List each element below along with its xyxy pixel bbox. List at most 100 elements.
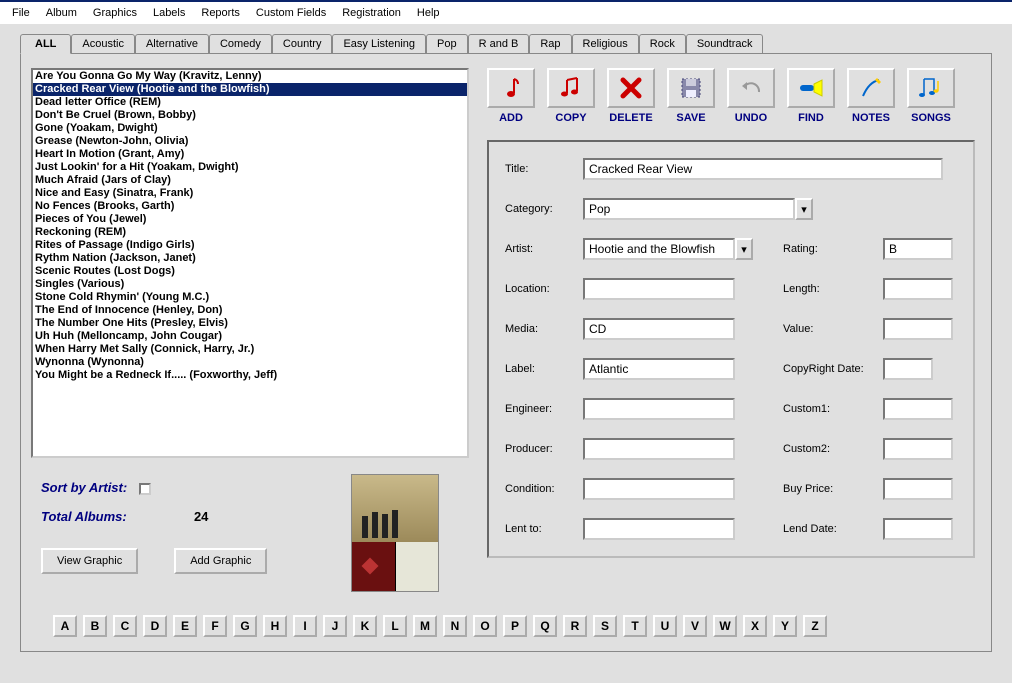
artist-combo[interactable] <box>583 238 735 260</box>
menu-album[interactable]: Album <box>38 5 85 21</box>
list-item[interactable]: You Might be a Redneck If..... (Foxworth… <box>33 369 467 382</box>
rating-input[interactable] <box>883 238 953 260</box>
media-input[interactable] <box>583 318 735 340</box>
list-item[interactable]: Stone Cold Rhymin' (Young M.C.) <box>33 291 467 304</box>
copyright-input[interactable] <box>883 358 933 380</box>
alpha-i[interactable]: I <box>293 615 317 637</box>
alpha-q[interactable]: Q <box>533 615 557 637</box>
artist-dropdown-button[interactable]: ▾ <box>735 238 753 260</box>
menu-reports[interactable]: Reports <box>193 5 248 21</box>
alpha-w[interactable]: W <box>713 615 737 637</box>
condition-input[interactable] <box>583 478 735 500</box>
alpha-k[interactable]: K <box>353 615 377 637</box>
alpha-u[interactable]: U <box>653 615 677 637</box>
undo-button[interactable]: UNDO <box>727 68 775 124</box>
producer-input[interactable] <box>583 438 735 460</box>
list-item[interactable]: Much Afraid (Jars of Clay) <box>33 174 467 187</box>
alpha-a[interactable]: A <box>53 615 77 637</box>
find-button[interactable]: FIND <box>787 68 835 124</box>
delete-button[interactable]: DELETE <box>607 68 655 124</box>
alpha-z[interactable]: Z <box>803 615 827 637</box>
tab-rap[interactable]: Rap <box>529 34 571 53</box>
menu-file[interactable]: File <box>4 5 38 21</box>
tab-country[interactable]: Country <box>272 34 333 53</box>
tab-rock[interactable]: Rock <box>639 34 686 53</box>
list-item[interactable]: The Number One Hits (Presley, Elvis) <box>33 317 467 330</box>
location-input[interactable] <box>583 278 735 300</box>
notes-button[interactable]: NOTES <box>847 68 895 124</box>
list-item[interactable]: Grease (Newton-John, Olivia) <box>33 135 467 148</box>
title-input[interactable] <box>583 158 943 180</box>
save-button[interactable]: SAVE <box>667 68 715 124</box>
tab-r-and-b[interactable]: R and B <box>468 34 530 53</box>
custom1-input[interactable] <box>883 398 953 420</box>
list-item[interactable]: Rythm Nation (Jackson, Janet) <box>33 252 467 265</box>
view-graphic-button[interactable]: View Graphic <box>41 548 138 574</box>
alpha-g[interactable]: G <box>233 615 257 637</box>
list-item[interactable]: Heart In Motion (Grant, Amy) <box>33 148 467 161</box>
alpha-d[interactable]: D <box>143 615 167 637</box>
tab-soundtrack[interactable]: Soundtrack <box>686 34 764 53</box>
add-graphic-button[interactable]: Add Graphic <box>174 548 267 574</box>
list-item[interactable]: Pieces of You (Jewel) <box>33 213 467 226</box>
tab-pop[interactable]: Pop <box>426 34 468 53</box>
list-item[interactable]: Singles (Various) <box>33 278 467 291</box>
value-input[interactable] <box>883 318 953 340</box>
tab-acoustic[interactable]: Acoustic <box>71 34 135 53</box>
menu-help[interactable]: Help <box>409 5 448 21</box>
engineer-input[interactable] <box>583 398 735 420</box>
list-item[interactable]: Reckoning (REM) <box>33 226 467 239</box>
list-item[interactable]: Scenic Routes (Lost Dogs) <box>33 265 467 278</box>
add-button[interactable]: ADD <box>487 68 535 124</box>
alpha-b[interactable]: B <box>83 615 107 637</box>
alpha-t[interactable]: T <box>623 615 647 637</box>
menu-custom-fields[interactable]: Custom Fields <box>248 5 334 21</box>
tab-religious[interactable]: Religious <box>572 34 639 53</box>
menu-labels[interactable]: Labels <box>145 5 193 21</box>
menu-registration[interactable]: Registration <box>334 5 409 21</box>
alpha-s[interactable]: S <box>593 615 617 637</box>
list-item[interactable]: Just Lookin' for a Hit (Yoakam, Dwight) <box>33 161 467 174</box>
list-item[interactable]: Cracked Rear View (Hootie and the Blowfi… <box>33 83 467 96</box>
alpha-e[interactable]: E <box>173 615 197 637</box>
alpha-l[interactable]: L <box>383 615 407 637</box>
sort-by-artist-checkbox[interactable] <box>139 483 151 495</box>
copy-button[interactable]: COPY <box>547 68 595 124</box>
alpha-o[interactable]: O <box>473 615 497 637</box>
tab-comedy[interactable]: Comedy <box>209 34 272 53</box>
tab-easy-listening[interactable]: Easy Listening <box>332 34 426 53</box>
list-item[interactable]: Dead letter Office (REM) <box>33 96 467 109</box>
alpha-p[interactable]: P <box>503 615 527 637</box>
list-item[interactable]: Are You Gonna Go My Way (Kravitz, Lenny) <box>33 70 467 83</box>
menu-graphics[interactable]: Graphics <box>85 5 145 21</box>
alpha-r[interactable]: R <box>563 615 587 637</box>
list-item[interactable]: Wynonna (Wynonna) <box>33 356 467 369</box>
alpha-f[interactable]: F <box>203 615 227 637</box>
list-item[interactable]: Uh Huh (Melloncamp, John Cougar) <box>33 330 467 343</box>
custom2-input[interactable] <box>883 438 953 460</box>
category-combo[interactable] <box>583 198 795 220</box>
category-dropdown-button[interactable]: ▾ <box>795 198 813 220</box>
alpha-n[interactable]: N <box>443 615 467 637</box>
list-item[interactable]: Don't Be Cruel (Brown, Bobby) <box>33 109 467 122</box>
lenddate-input[interactable] <box>883 518 953 540</box>
list-item[interactable]: Rites of Passage (Indigo Girls) <box>33 239 467 252</box>
alpha-y[interactable]: Y <box>773 615 797 637</box>
list-item[interactable]: The End of Innocence (Henley, Don) <box>33 304 467 317</box>
alpha-v[interactable]: V <box>683 615 707 637</box>
alpha-c[interactable]: C <box>113 615 137 637</box>
list-item[interactable]: Gone (Yoakam, Dwight) <box>33 122 467 135</box>
alpha-j[interactable]: J <box>323 615 347 637</box>
lentto-input[interactable] <box>583 518 735 540</box>
alpha-h[interactable]: H <box>263 615 287 637</box>
songs-button[interactable]: SONGS <box>907 68 955 124</box>
label-input[interactable] <box>583 358 735 380</box>
list-item[interactable]: Nice and Easy (Sinatra, Frank) <box>33 187 467 200</box>
album-list[interactable]: Are You Gonna Go My Way (Kravitz, Lenny)… <box>31 68 469 458</box>
list-item[interactable]: No Fences (Brooks, Garth) <box>33 200 467 213</box>
length-input[interactable] <box>883 278 953 300</box>
tab-alternative[interactable]: Alternative <box>135 34 209 53</box>
buyprice-input[interactable] <box>883 478 953 500</box>
tab-all[interactable]: ALL <box>20 34 71 54</box>
list-item[interactable]: When Harry Met Sally (Connick, Harry, Jr… <box>33 343 467 356</box>
